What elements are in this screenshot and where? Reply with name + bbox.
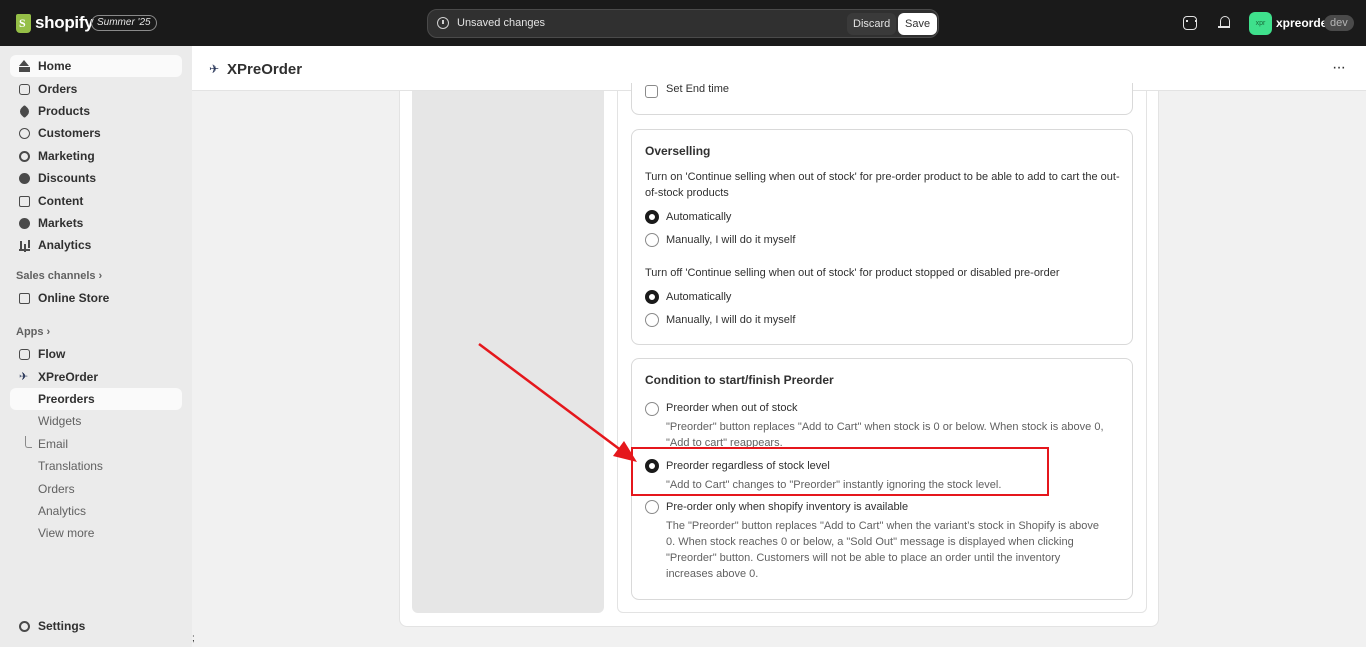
condition-inventory-radio[interactable] <box>645 500 659 514</box>
discard-button[interactable]: Discard <box>847 13 897 35</box>
sidebar-item-marketing[interactable]: Marketing <box>10 145 182 167</box>
sidebar-item-label: XPreOrder <box>38 370 99 384</box>
overselling-desc-off: Turn off 'Continue selling when out of s… <box>645 267 1060 279</box>
sidebar-item-label: Orders <box>38 482 75 496</box>
end-time-card: Set End time <box>631 83 1133 115</box>
shopify-bag-icon <box>16 13 31 33</box>
app-title: XPreOrder <box>227 61 303 78</box>
logo-text: shopify <box>35 13 94 32</box>
oversell-off-manual-radio[interactable] <box>645 313 659 327</box>
gear-icon <box>19 620 30 632</box>
overselling-desc-on: Turn on 'Continue selling when out of st… <box>645 171 1120 199</box>
bell-icon[interactable] <box>1218 16 1232 30</box>
sidebar-item-flow[interactable]: Flow <box>10 343 182 365</box>
oversell-off-auto-label[interactable]: Automatically <box>666 291 731 303</box>
oversell-on-auto-radio[interactable] <box>645 210 659 224</box>
oversell-on-manual-radio[interactable] <box>645 233 659 247</box>
bar-chart-icon <box>19 240 30 251</box>
target-icon <box>19 150 30 162</box>
sidebar-item-discounts[interactable]: Discounts <box>10 167 182 189</box>
unsaved-text: Unsaved changes <box>457 17 546 29</box>
discount-icon <box>19 172 30 184</box>
sidebar-item-label: Widgets <box>38 414 82 428</box>
sidebar-item-label: Discounts <box>38 171 97 185</box>
sidebar-item-settings[interactable]: Settings <box>10 615 182 637</box>
person-icon <box>19 127 30 139</box>
highlight-annotation <box>631 447 1049 496</box>
sidebar-item-label: Preorders <box>38 392 95 406</box>
more-actions-button[interactable]: ··· <box>1332 59 1346 77</box>
sidebar-item-label: Customers <box>38 126 101 140</box>
sidebar-item-online-store[interactable]: Online Store <box>10 287 182 309</box>
condition-out-of-stock-radio[interactable] <box>645 402 659 416</box>
sidebar-item-markets[interactable]: Markets <box>10 212 182 234</box>
sales-channels-heading[interactable]: Sales channels › <box>16 270 102 282</box>
sidebar-item-preorders[interactable]: Preorders <box>10 388 182 410</box>
xpreorder-app-icon: ✈ <box>209 62 220 76</box>
sidebar-item-label: Analytics <box>38 504 87 518</box>
sidebar-item-app-analytics[interactable]: Analytics <box>10 500 182 522</box>
sidebar-item-label: Home <box>38 59 72 73</box>
sidebar-item-home[interactable]: Home <box>10 55 182 77</box>
sidebar-item-label: Flow <box>38 347 66 361</box>
orders-icon <box>19 83 30 95</box>
content-icon <box>19 195 30 207</box>
sidebar-item-label: Products <box>38 104 91 118</box>
sidebar-item-label: Analytics <box>38 238 92 252</box>
info-icon <box>437 17 449 29</box>
sidebar-item-label: View more <box>38 526 95 540</box>
avatar[interactable]: xpr <box>1249 12 1272 35</box>
oversell-on-auto-label[interactable]: Automatically <box>666 211 731 223</box>
save-button[interactable]: Save <box>898 13 938 35</box>
sidebar-item-products[interactable]: Products <box>10 100 182 122</box>
right-panel: Set End time Overselling Turn on 'Contin… <box>617 83 1147 613</box>
sidebar-item-content[interactable]: Content <box>10 190 182 212</box>
left-panel-placeholder <box>412 91 604 613</box>
condition-inventory-help: The "Preorder" button replaces "Add to C… <box>666 520 1100 580</box>
oversell-on-manual-label[interactable]: Manually, I will do it myself <box>666 234 795 246</box>
sidebar-item-email[interactable]: Email <box>10 433 182 455</box>
sidebar-item-label: Online Store <box>38 291 110 305</box>
sidebar-item-orders[interactable]: Orders <box>10 78 182 100</box>
condition-title: Condition to start/finish Preorder <box>645 373 834 387</box>
sidebar-item-label: Email <box>38 437 69 451</box>
sidebar-item-label: Translations <box>38 459 103 473</box>
end-time-label: Set End time <box>666 83 729 95</box>
sidebar-item-xpreorder[interactable]: ✈ XPreOrder <box>10 366 182 388</box>
shopify-logo[interactable]: shopify <box>16 13 94 33</box>
edition-badge[interactable]: Summer '25 <box>91 15 157 31</box>
apps-heading[interactable]: Apps › <box>16 326 50 338</box>
flow-icon <box>19 348 30 360</box>
sidebar-item-label: Content <box>38 194 84 208</box>
tag-icon <box>17 104 32 118</box>
dev-badge: dev <box>1324 15 1354 31</box>
settings-layout: Set End time Overselling Turn on 'Contin… <box>399 83 1159 627</box>
sidebar-item-label: Settings <box>38 619 86 633</box>
globe-icon <box>19 217 30 229</box>
sidebar-item-customers[interactable]: Customers <box>10 122 182 144</box>
oversell-off-manual-label[interactable]: Manually, I will do it myself <box>666 314 795 326</box>
xpreorder-app-icon: ✈ <box>19 370 29 383</box>
condition-inventory-label[interactable]: Pre-order only when shopify inventory is… <box>666 501 908 513</box>
sidebar-item-translations[interactable]: Translations <box>10 455 182 477</box>
sidekick-icon[interactable] <box>1183 16 1197 30</box>
condition-out-of-stock-label[interactable]: Preorder when out of stock <box>666 402 797 414</box>
sidebar-item-app-orders[interactable]: Orders <box>10 478 182 500</box>
unsaved-changes-bar: Unsaved changes Discard Save <box>427 9 939 38</box>
sidebar-item-analytics[interactable]: Analytics <box>10 234 182 256</box>
home-icon <box>19 59 30 72</box>
sidebar-item-label: Marketing <box>38 149 95 163</box>
sidebar-item-view-more[interactable]: View more <box>10 522 182 544</box>
sidebar: Home Orders Products Customers Marketing… <box>0 46 192 647</box>
overselling-card: Overselling Turn on 'Continue selling wh… <box>631 129 1133 345</box>
oversell-off-auto-radio[interactable] <box>645 290 659 304</box>
sidebar-item-label: Markets <box>38 216 84 230</box>
end-time-checkbox[interactable] <box>645 85 658 98</box>
store-icon <box>19 292 30 304</box>
top-bar: shopify Summer '25 Unsaved changes Disca… <box>0 0 1366 46</box>
sidebar-item-label: Orders <box>38 82 78 96</box>
overselling-title: Overselling <box>645 144 711 158</box>
stray-char: ; <box>192 633 195 644</box>
sidebar-item-widgets[interactable]: Widgets <box>10 410 182 432</box>
